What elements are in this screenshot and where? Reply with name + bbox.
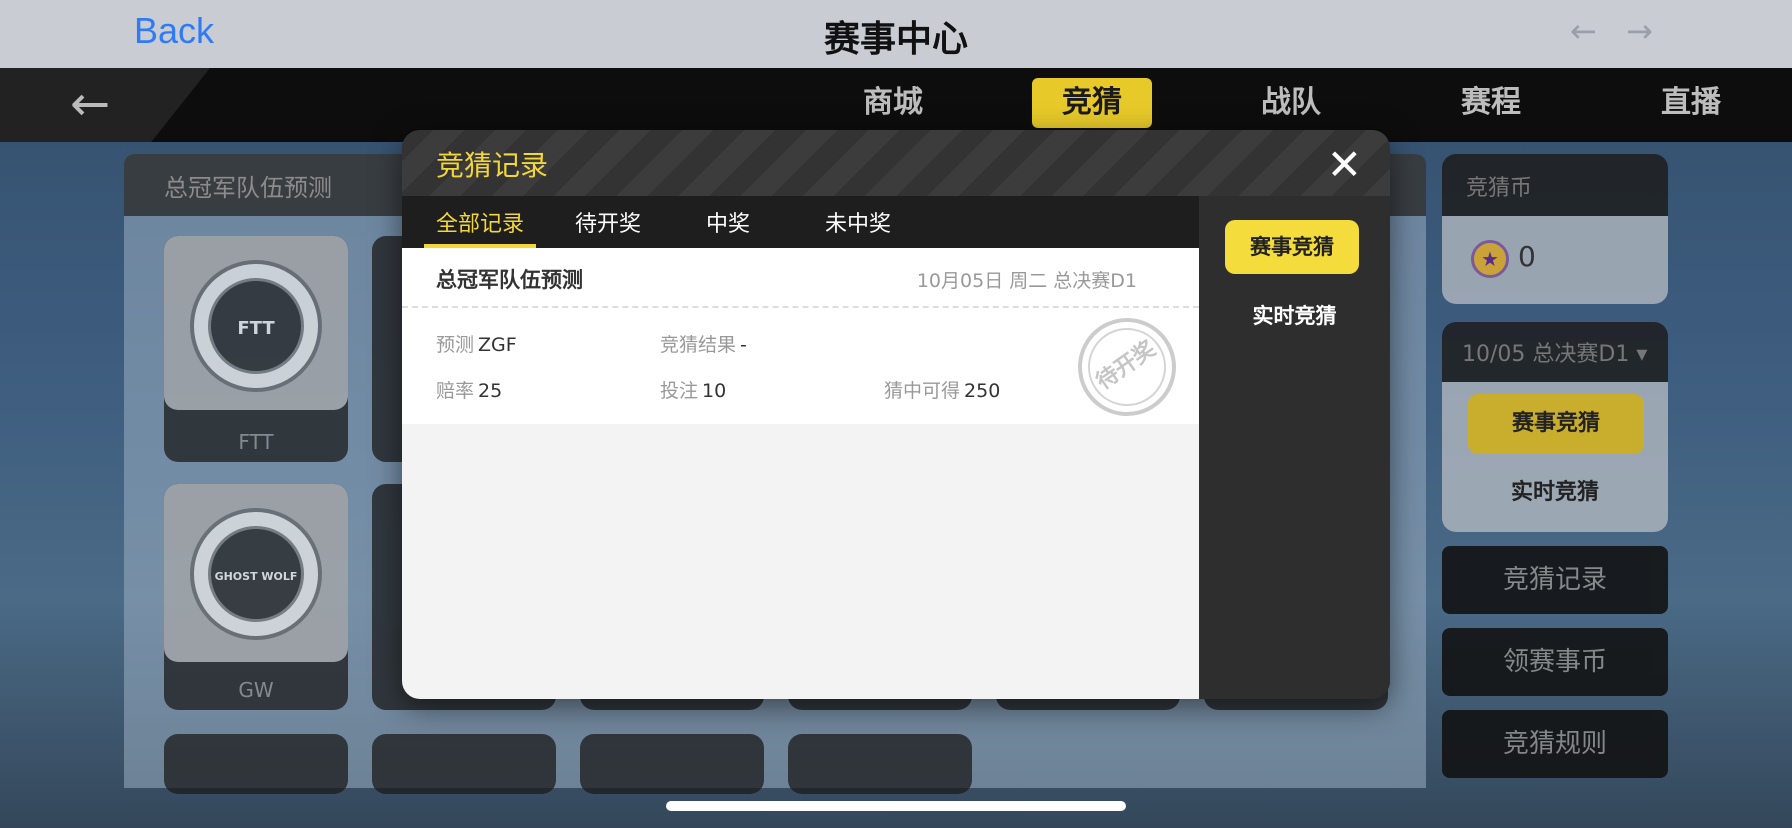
nav-tab-live[interactable]: 直播 — [1644, 78, 1738, 128]
nav-tab-team[interactable]: 战队 — [1244, 78, 1338, 128]
event-bet-button[interactable]: 赛事竞猜 — [1468, 394, 1644, 454]
dashed-divider — [402, 306, 1199, 308]
bet-records-modal: 竞猜记录 ✕ 全部记录 待开奖 中奖 未中奖 总冠军队伍预测 10月05日 周二… — [402, 130, 1390, 699]
modal-side-panel: 赛事竞猜 实时竞猜 — [1199, 196, 1390, 699]
game-back-arrow-icon[interactable]: ← — [70, 76, 110, 132]
prediction-panel-title: 总冠军队伍预测 — [164, 174, 332, 202]
record-date: 10月05日 周二 总决赛D1 — [916, 270, 1137, 292]
match-selector-label[interactable]: 10/05 总决赛D1 ▾ — [1462, 336, 1647, 368]
team-name: FTT — [238, 430, 274, 454]
pending-stamp: 待开奖 — [1058, 298, 1196, 436]
arrow-right-icon[interactable]: → — [1626, 12, 1653, 50]
team-card[interactable] — [788, 734, 972, 794]
team-card[interactable] — [372, 734, 556, 794]
claim-coins-button[interactable]: 领赛事币 — [1442, 628, 1668, 696]
result-field: 竞猜结果 - — [660, 334, 747, 356]
team-card[interactable] — [164, 734, 348, 794]
modal-title: 竞猜记录 — [436, 149, 549, 182]
modal-event-bet-button[interactable]: 赛事竞猜 — [1225, 220, 1359, 274]
home-indicator — [666, 801, 1126, 811]
tab-lost[interactable]: 未中奖 — [800, 206, 916, 248]
coin-label: 竞猜币 — [1466, 176, 1533, 201]
prediction-field: 预测 ZGF — [436, 334, 517, 356]
bet-rules-button[interactable]: 竞猜规则 — [1442, 710, 1668, 778]
nav-tab-shop[interactable]: 商城 — [846, 78, 940, 128]
potential-win-field: 猜中可得 250 — [884, 380, 1001, 402]
odds-field: 赔率 25 — [436, 380, 503, 402]
tab-all-records[interactable]: 全部记录 — [424, 206, 536, 248]
team-logo-icon: GHOST WOLF — [190, 508, 322, 640]
browser-toolbar: Back 赛事中心 ← → — [0, 0, 1792, 68]
bet-records-button[interactable]: 竞猜记录 — [1442, 546, 1668, 614]
close-icon[interactable]: ✕ — [1327, 140, 1362, 189]
arrow-left-icon[interactable]: ← — [1570, 12, 1597, 50]
bet-field: 投注 10 — [660, 380, 727, 402]
record-title: 总冠军队伍预测 — [436, 268, 583, 292]
record-tabs: 全部记录 待开奖 中奖 未中奖 — [402, 196, 1199, 248]
team-card-gw[interactable]: GHOST WOLF GW — [164, 484, 348, 710]
team-card[interactable] — [580, 734, 764, 794]
team-logo-icon: FTT — [190, 260, 322, 392]
modal-live-bet-link[interactable]: 实时竞猜 — [1199, 300, 1390, 330]
tab-won[interactable]: 中奖 — [680, 206, 776, 248]
records-list: 总冠军队伍预测 10月05日 周二 总决赛D1 预测 ZGF 竞猜结果 - 赔率 25… — [402, 248, 1199, 699]
tab-pending[interactable]: 待开奖 — [560, 206, 656, 248]
modal-header: 竞猜记录 ✕ — [402, 130, 1390, 196]
record-item[interactable]: 总冠军队伍预测 10月05日 周二 总决赛D1 预测 ZGF 竞猜结果 - 赔率 25… — [402, 248, 1199, 436]
team-name: GW — [238, 678, 274, 702]
page-title: 赛事中心 — [823, 19, 968, 60]
live-bet-link[interactable]: 实时竞猜 — [1442, 474, 1668, 506]
nav-tab-schedule[interactable]: 赛程 — [1444, 78, 1538, 128]
nav-tab-guess[interactable]: 竞猜 — [1032, 78, 1152, 128]
coin-icon: ★ — [1471, 240, 1509, 278]
team-card-ftt[interactable]: FTT FTT — [164, 236, 348, 462]
coin-value: 0 — [1518, 240, 1536, 273]
